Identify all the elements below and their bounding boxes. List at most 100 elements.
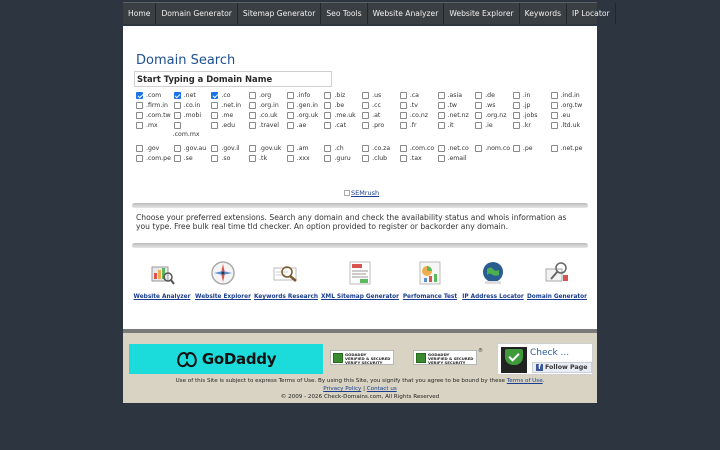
- tld-checkbox[interactable]: [211, 122, 219, 129]
- tld-checkbox[interactable]: [475, 122, 483, 129]
- tld-checkbox[interactable]: [475, 92, 483, 99]
- semrush-link[interactable]: SEMrush: [344, 189, 379, 197]
- tld-option[interactable]: .pro: [362, 121, 400, 131]
- tld-checkbox[interactable]: [136, 112, 143, 119]
- tld-checkbox[interactable]: [211, 155, 219, 162]
- tld-checkbox[interactable]: [437, 92, 445, 99]
- tld-checkbox[interactable]: [475, 145, 483, 152]
- tld-checkbox[interactable]: [249, 92, 257, 99]
- tool-label[interactable]: Keywords Research: [246, 294, 326, 300]
- tld-checkbox[interactable]: [399, 155, 407, 162]
- tld-checkbox[interactable]: [550, 145, 558, 152]
- tld-option[interactable]: .xxx: [286, 154, 325, 164]
- tld-option[interactable]: .org.uk: [286, 111, 325, 121]
- tld-checkbox[interactable]: [286, 92, 294, 99]
- domain-generator-icon[interactable]: [543, 259, 571, 287]
- tld-option[interactable]: .ie: [475, 121, 513, 131]
- nav-item-seo-tools[interactable]: Seo Tools: [321, 3, 368, 24]
- tld-checkbox[interactable]: [249, 112, 257, 119]
- tld-checkbox[interactable]: [249, 145, 257, 152]
- tld-checkbox[interactable]: [550, 122, 558, 129]
- tld-option[interactable]: .jobs: [512, 111, 551, 121]
- tld-option[interactable]: .co.nz: [399, 111, 438, 121]
- tld-option[interactable]: .guru: [324, 154, 362, 164]
- tld-option[interactable]: .org.in: [249, 101, 287, 111]
- tld-option[interactable]: .email: [437, 154, 476, 164]
- tld-checkbox[interactable]: [286, 122, 294, 129]
- tld-checkbox[interactable]: [437, 122, 445, 129]
- tld-option[interactable]: .tv: [399, 101, 438, 111]
- tld-checkbox[interactable]: [324, 92, 332, 99]
- tld-checkbox[interactable]: [399, 145, 407, 152]
- nav-item-ip-locator[interactable]: IP Locator: [567, 3, 616, 24]
- contact-us-link[interactable]: Contact us: [367, 386, 397, 392]
- analyzer-icon[interactable]: [148, 259, 176, 287]
- tld-option[interactable]: .org: [249, 91, 287, 101]
- tld-checkbox[interactable]: [512, 92, 520, 99]
- tld-checkbox[interactable]: [399, 102, 407, 109]
- tld-option[interactable]: .tax: [399, 154, 438, 164]
- tld-checkbox[interactable]: [399, 112, 407, 119]
- tld-checkbox[interactable]: [249, 155, 257, 162]
- tld-checkbox[interactable]: [173, 145, 181, 152]
- tld-checkbox[interactable]: [324, 112, 332, 119]
- domain-search-input[interactable]: [134, 71, 332, 87]
- tld-option[interactable]: .mobi: [173, 111, 212, 121]
- tld-option[interactable]: .fr: [399, 121, 438, 131]
- nav-item-sitemap-generator[interactable]: Sitemap Generator: [238, 3, 322, 24]
- tld-checkbox[interactable]: [173, 92, 181, 99]
- tld-checkbox[interactable]: [211, 112, 219, 119]
- tld-option[interactable]: .firm.in: [136, 101, 174, 111]
- tld-option[interactable]: .tw: [437, 101, 476, 111]
- nav-item-domain-generator[interactable]: Domain Generator: [156, 3, 238, 24]
- tld-checkbox[interactable]: [211, 145, 219, 152]
- tld-option[interactable]: .gov.uk: [249, 144, 287, 154]
- tld-checkbox[interactable]: [136, 122, 143, 129]
- tld-option[interactable]: .org.nz: [475, 111, 513, 121]
- tld-checkbox[interactable]: [550, 112, 558, 119]
- tld-option[interactable]: .ae: [286, 121, 325, 131]
- tld-checkbox[interactable]: [512, 112, 520, 119]
- tld-option[interactable]: .net: [173, 91, 212, 101]
- tld-option[interactable]: .net.pe: [550, 144, 589, 154]
- tld-option[interactable]: .net.co: [437, 144, 476, 154]
- tool-label[interactable]: XML Sitemap Generator: [320, 294, 400, 300]
- tld-checkbox[interactable]: [173, 122, 181, 129]
- tld-checkbox[interactable]: [550, 102, 558, 109]
- tld-option[interactable]: .de: [475, 91, 513, 101]
- tld-option[interactable]: .us: [362, 91, 400, 101]
- tld-option[interactable]: .so: [211, 154, 249, 164]
- tld-option[interactable]: .ch: [324, 144, 362, 154]
- tld-option[interactable]: .at: [362, 111, 400, 121]
- privacy-policy-link[interactable]: Privacy Policy: [323, 386, 361, 392]
- tld-option[interactable]: .nom.co: [475, 144, 513, 154]
- nav-item-home[interactable]: Home: [123, 3, 157, 24]
- tool-xml-sitemap-generator[interactable]: XML Sitemap Generator: [320, 259, 400, 300]
- tld-option[interactable]: .info: [286, 91, 325, 101]
- tld-checkbox[interactable]: [362, 92, 370, 99]
- tld-checkbox[interactable]: [437, 145, 445, 152]
- tool-label[interactable]: Domain Generator: [517, 294, 597, 300]
- tld-checkbox[interactable]: [324, 102, 332, 109]
- tld-option[interactable]: .org.tw: [550, 101, 589, 111]
- godaddy-banner[interactable]: GoDaddy: [129, 344, 323, 374]
- tld-checkbox[interactable]: [475, 102, 483, 109]
- tld-option[interactable]: .mx: [136, 121, 174, 131]
- tld-checkbox[interactable]: [173, 155, 181, 162]
- compass-icon[interactable]: [209, 259, 237, 287]
- tld-checkbox[interactable]: [211, 92, 219, 99]
- tld-checkbox[interactable]: [324, 145, 332, 152]
- tld-option[interactable]: .co: [211, 91, 249, 101]
- tld-checkbox[interactable]: [136, 92, 143, 99]
- sitemap-icon[interactable]: [346, 259, 374, 287]
- tld-option[interactable]: .biz: [324, 91, 362, 101]
- tld-option[interactable]: .com.tw: [136, 111, 174, 121]
- tld-checkbox[interactable]: [512, 102, 520, 109]
- tld-option[interactable]: .me.uk: [324, 111, 362, 121]
- tld-checkbox[interactable]: [286, 155, 294, 162]
- tld-checkbox[interactable]: [249, 122, 257, 129]
- tld-option[interactable]: .com: [136, 91, 174, 101]
- nav-item-website-analyzer[interactable]: Website Analyzer: [368, 3, 445, 24]
- nav-item-website-explorer[interactable]: Website Explorer: [444, 3, 520, 24]
- follow-page-button[interactable]: f Follow Page: [532, 362, 592, 373]
